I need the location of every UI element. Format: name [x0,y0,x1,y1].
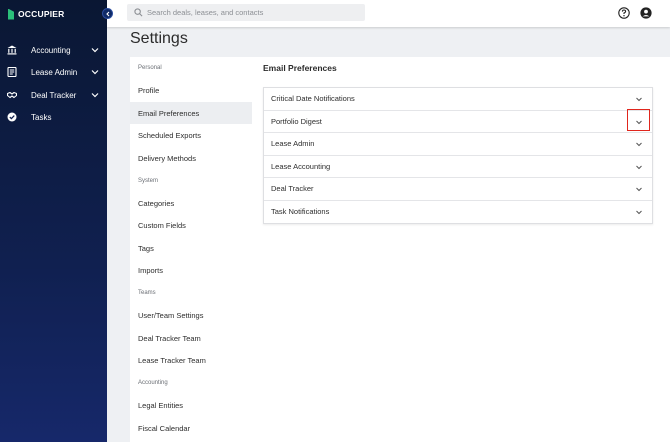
sidebar-item-lease-admin[interactable]: Lease Admin [0,64,107,80]
handshake-icon [7,90,17,100]
accordion-label: Lease Accounting [271,161,331,171]
logo[interactable]: OCCUPIER [8,8,64,20]
accordion-label: Task Notifications [271,207,330,217]
top-bar [107,0,670,27]
search-input[interactable] [147,4,357,21]
settings-item-legal-entities[interactable]: Legal Entities [130,394,252,416]
settings-item-delivery-methods[interactable]: Delivery Methods [130,147,252,169]
document-icon [7,67,17,77]
accordion-task-notifications[interactable]: Task Notifications [264,201,652,224]
accordion-portfolio-digest[interactable]: Portfolio Digest [264,111,652,133]
logo-text: OCCUPIER [18,9,65,19]
settings-item-scheduled-exports[interactable]: Scheduled Exports [130,124,252,146]
accordion-critical-date-notifications[interactable]: Critical Date Notifications [264,88,652,111]
chevron-down-icon[interactable] [91,46,99,54]
bank-icon [7,45,17,55]
accordion-lease-accounting[interactable]: Lease Accounting [264,156,652,178]
accordion-label: Deal Tracker [271,184,314,194]
chevron-down-icon[interactable] [635,95,643,103]
sidebar-item-tasks[interactable]: Tasks [0,109,107,125]
logo-mark-icon [8,8,14,20]
chevron-down-icon[interactable] [635,208,643,216]
settings-section-accounting: Accounting [138,380,168,386]
accordion-label: Critical Date Notifications [271,94,355,104]
account-circle-icon[interactable] [640,7,652,19]
section-title: Email Preferences [263,63,337,73]
help-circle-icon[interactable] [618,7,630,19]
accordion-lease-admin[interactable]: Lease Admin [264,133,652,156]
preferences-accordion: Critical Date Notifications Portfolio Di… [263,87,653,224]
sidebar-item-label: Lease Admin [31,67,78,77]
settings-item-profile[interactable]: Profile [130,79,252,101]
chevron-down-icon[interactable] [91,91,99,99]
settings-item-lease-tracker-team[interactable]: Lease Tracker Team [130,349,252,371]
page-title: Settings [130,30,188,47]
accordion-label: Lease Admin [271,139,315,149]
chevron-left-icon [105,11,109,16]
settings-item-categories[interactable]: Categories [130,192,252,214]
settings-item-user-team-settings[interactable]: User/Team Settings [130,304,252,326]
settings-item-imports[interactable]: Imports [130,259,252,281]
sidebar-item-accounting[interactable]: Accounting [0,42,107,58]
settings-nav: Personal Profile Email Preferences Sched… [130,57,252,442]
chevron-down-icon[interactable] [91,68,99,76]
settings-item-tags[interactable]: Tags [130,237,252,259]
settings-section-system: System [138,178,159,184]
sidebar-item-label: Tasks [31,112,52,122]
accordion-label: Portfolio Digest [271,116,322,126]
settings-item-email-preferences[interactable]: Email Preferences [130,102,252,124]
check-circle-icon [7,112,17,122]
settings-section-personal: Personal [138,65,162,71]
settings-item-deal-tracker-team[interactable]: Deal Tracker Team [130,327,252,349]
settings-section-teams: Teams [138,290,156,296]
chevron-down-icon[interactable] [635,185,643,193]
search-box[interactable] [127,4,365,21]
chevron-down-icon[interactable] [635,163,643,171]
sidebar-item-deal-tracker[interactable]: Deal Tracker [0,87,107,103]
search-icon [134,8,143,17]
accordion-deal-tracker[interactable]: Deal Tracker [264,178,652,201]
chevron-down-icon[interactable] [635,140,643,148]
sidebar-item-label: Deal Tracker [31,90,77,100]
email-preferences-panel: Email Preferences Critical Date Notifica… [252,57,670,442]
settings-item-fiscal-calendar[interactable]: Fiscal Calendar [130,417,252,439]
collapse-sidebar-button[interactable] [102,8,113,19]
sidebar: OCCUPIER Accounting Lease Admin Deal Tra… [0,0,107,442]
chevron-down-icon[interactable] [635,118,643,126]
settings-item-custom-fields[interactable]: Custom Fields [130,214,252,236]
sidebar-item-label: Accounting [31,45,71,55]
